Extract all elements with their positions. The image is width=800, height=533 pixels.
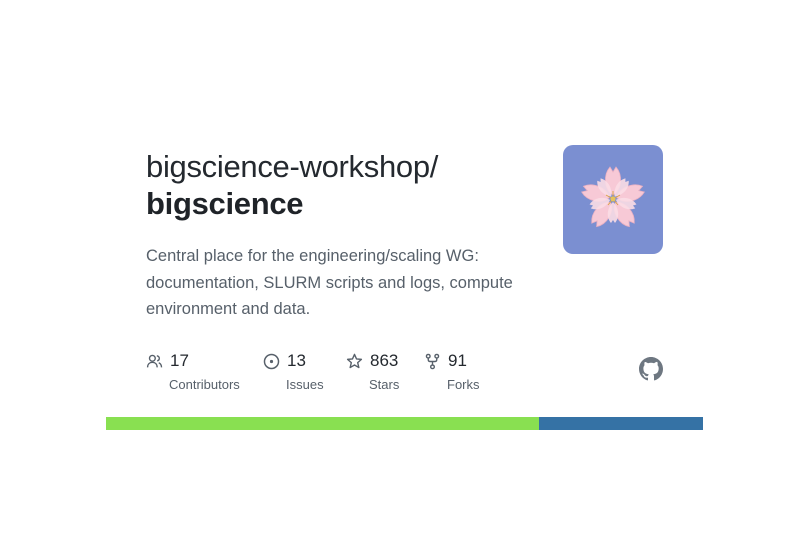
forks-label: Forks <box>447 377 480 392</box>
language-bar-segment <box>538 417 703 430</box>
language-bar-segment <box>106 417 539 430</box>
people-icon <box>146 354 163 367</box>
cherry-blossom-icon <box>563 145 663 254</box>
github-octocat-icon[interactable] <box>639 357 663 381</box>
repo-name[interactable]: bigscience <box>146 185 438 222</box>
stat-contributors[interactable]: 17 Contributors <box>146 350 240 392</box>
issues-count: 13 <box>287 351 306 370</box>
star-icon <box>346 353 363 368</box>
repo-owner[interactable]: bigscience-workshop/ <box>146 148 438 185</box>
stars-count: 863 <box>370 351 399 370</box>
contributors-count: 17 <box>170 351 189 370</box>
stat-stars[interactable]: 863 Stars <box>346 350 399 392</box>
stat-forks[interactable]: 91 Forks <box>424 350 480 392</box>
contributors-label: Contributors <box>169 377 240 392</box>
repo-social-card: bigscience-workshop/ bigscience Central … <box>0 0 800 533</box>
repo-title[interactable]: bigscience-workshop/ bigscience <box>146 148 438 222</box>
forks-count: 91 <box>448 351 467 370</box>
stars-label: Stars <box>369 377 400 392</box>
stat-issues[interactable]: 13 Issues <box>263 350 324 392</box>
language-bar <box>106 417 703 430</box>
owner-avatar[interactable] <box>563 145 663 254</box>
fork-icon <box>425 353 440 369</box>
repo-description: Central place for the engineering/scalin… <box>146 247 513 318</box>
issue-circle-icon <box>263 353 280 369</box>
issues-label: Issues <box>286 377 324 392</box>
